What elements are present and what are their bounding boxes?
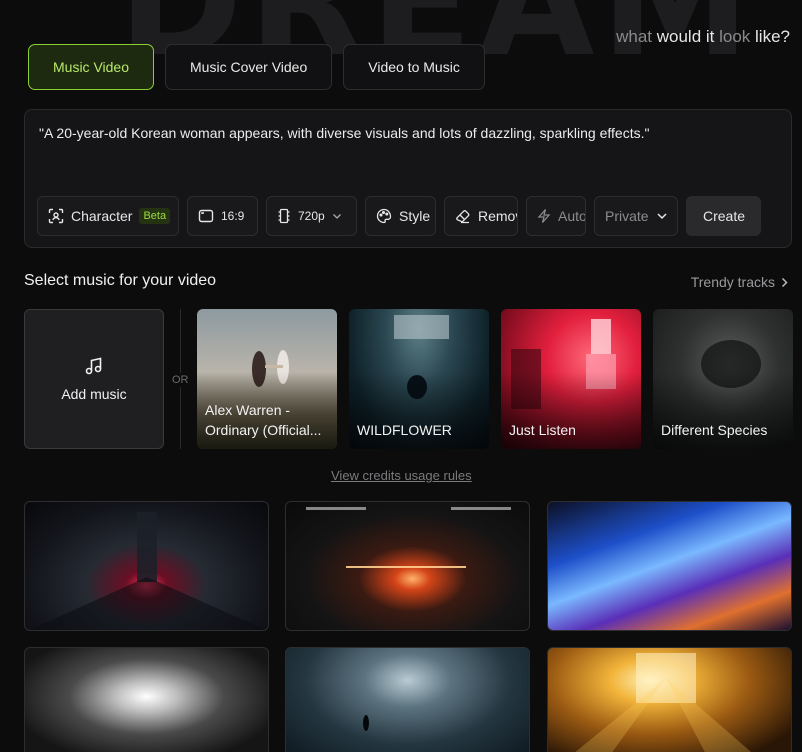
tagline-text: look (714, 27, 756, 46)
track-title: WILDFLOWER (357, 422, 452, 438)
track-card-just-listen[interactable]: Just Listen (501, 309, 641, 449)
beta-badge: Beta (139, 208, 171, 224)
prompt-toolbar: Character Beta 16:9 720p Style Remov Aut… (37, 196, 761, 236)
palette-icon (376, 208, 392, 224)
film-icon (277, 208, 291, 224)
track-card-ordinary[interactable]: Alex Warren - Ordinary (Official... (197, 309, 337, 449)
tagline-highlight: would it (656, 27, 715, 46)
style-card[interactable] (24, 647, 269, 752)
track-card-wildflower[interactable]: WILDFLOWER (349, 309, 489, 449)
lightning-icon (537, 208, 551, 224)
remove-button[interactable]: Remov (444, 196, 518, 236)
prompt-input[interactable]: "A 20-year-old Korean woman appears, wit… (39, 125, 649, 141)
music-note-icon (84, 356, 104, 376)
eraser-icon (455, 208, 471, 224)
auto-button[interactable]: Auto (526, 196, 586, 236)
resolution-button[interactable]: 720p (266, 196, 357, 236)
style-card-image (306, 507, 511, 568)
face-scan-icon (48, 208, 64, 224)
chevron-down-icon (332, 212, 342, 220)
character-button[interactable]: Character Beta (37, 196, 179, 236)
style-button[interactable]: Style (365, 196, 436, 236)
style-label: Style (399, 208, 431, 224)
style-card[interactable] (547, 647, 792, 752)
style-card[interactable] (285, 647, 530, 752)
style-card-image (575, 653, 752, 752)
privacy-label: Private (605, 208, 649, 224)
tab-music-video[interactable]: Music Video (28, 44, 155, 90)
prompt-box[interactable]: "A 20-year-old Korean woman appears, wit… (24, 109, 792, 248)
style-card[interactable] (24, 501, 269, 631)
character-label: Character (71, 208, 133, 224)
style-card-image (363, 715, 369, 731)
track-title: Different Species (661, 422, 768, 438)
create-button[interactable]: Create (686, 196, 761, 236)
aspect-ratio-icon (198, 209, 214, 223)
aspect-ratio-label: 16:9 (221, 209, 245, 223)
tab-music-cover-video[interactable]: Music Cover Video (165, 44, 333, 90)
tab-video-to-music[interactable]: Video to Music (343, 44, 485, 90)
chevron-down-icon (656, 212, 668, 220)
remove-label: Remov (478, 208, 518, 224)
track-title: Alex Warren - Ordinary (Official... (205, 402, 322, 438)
trendy-tracks-link[interactable]: Trendy tracks (691, 274, 788, 290)
add-music-label: Add music (61, 386, 127, 402)
track-title: Just Listen (509, 422, 576, 438)
mode-tabs: Music Video Music Cover Video Video to M… (28, 44, 485, 90)
credits-usage-link[interactable]: View credits usage rules (331, 468, 472, 483)
style-card[interactable] (285, 501, 530, 631)
music-section-title: Select music for your video (24, 272, 217, 289)
tagline-text: what (616, 27, 657, 46)
or-label: OR (172, 373, 189, 387)
auto-label: Auto (558, 208, 586, 224)
resolution-label: 720p (298, 209, 325, 223)
tagline-highlight: like? (755, 27, 790, 46)
style-card[interactable] (547, 501, 792, 631)
aspect-ratio-button[interactable]: 16:9 (187, 196, 258, 236)
chevron-right-icon (781, 277, 788, 288)
hero-tagline: what would it look like? (616, 27, 790, 47)
privacy-dropdown[interactable]: Private (594, 196, 678, 236)
add-music-button[interactable]: Add music (24, 309, 164, 449)
trendy-tracks-label: Trendy tracks (690, 274, 775, 290)
style-card-image (29, 512, 266, 630)
track-card-different-species[interactable]: Different Species (653, 309, 793, 449)
